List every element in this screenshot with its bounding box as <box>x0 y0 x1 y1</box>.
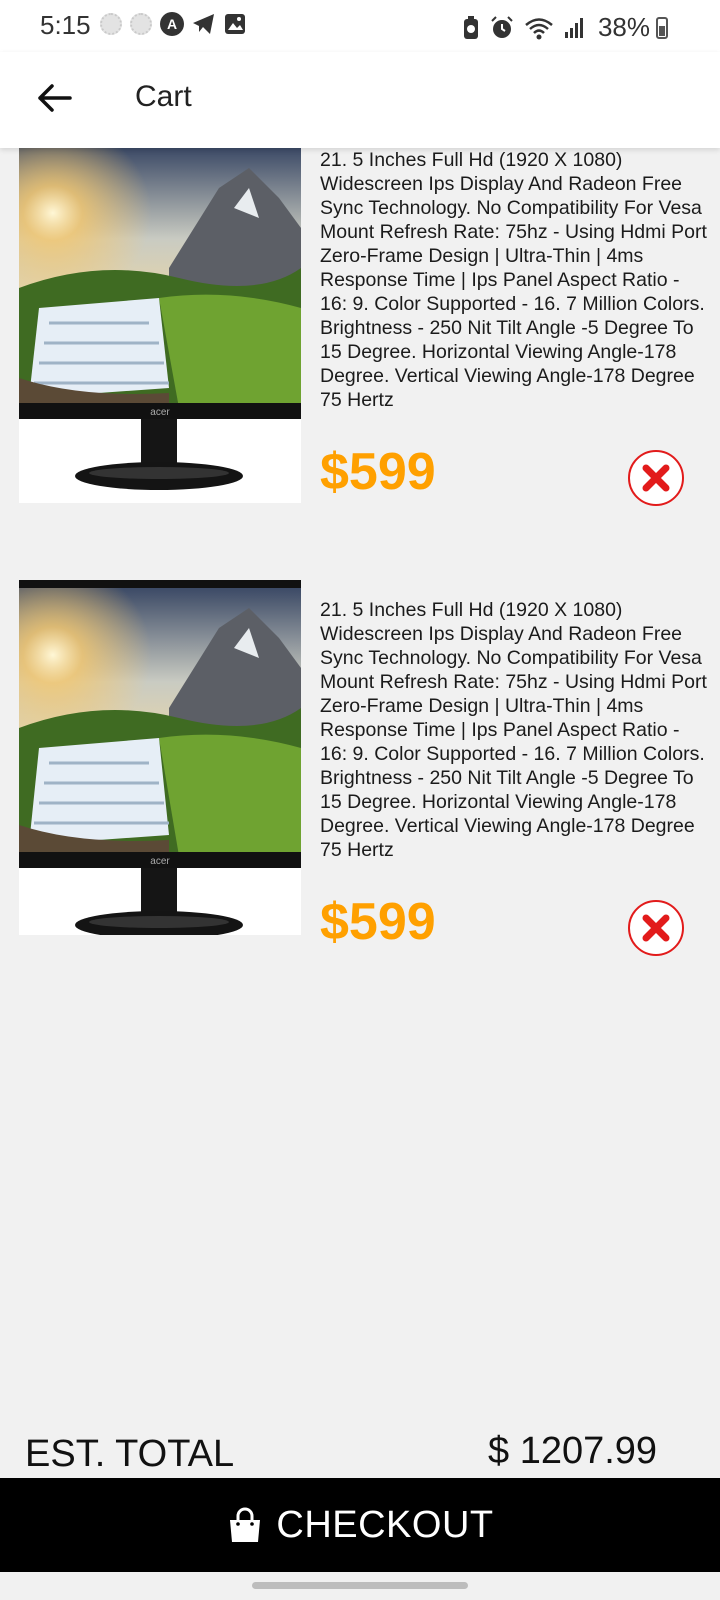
alarm-icon <box>491 15 513 38</box>
status-system-icons: 38% <box>462 12 668 43</box>
shopping-bag-icon <box>230 1507 261 1542</box>
wifi-icon <box>525 17 553 39</box>
page-title: Cart <box>135 80 192 113</box>
cart-item: acer 21. 5 Inches Full Hd (1920 X 1080) … <box>0 148 720 506</box>
close-circle-icon <box>642 464 670 492</box>
monitor-image: acer <box>19 580 301 935</box>
brand-logo: acer <box>150 407 170 418</box>
product-description: 21. 5 Inches Full Hd (1920 X 1080) Wides… <box>320 599 707 861</box>
dot-icon <box>130 13 152 35</box>
product-price: $599 <box>320 443 436 501</box>
status-time: 5:15 <box>40 10 91 40</box>
cart-item: acer 21. 5 Inches Full Hd (1920 X 1080) … <box>0 580 720 956</box>
monitor-image: acer <box>19 148 301 503</box>
close-circle-icon <box>642 914 670 942</box>
product-price: $599 <box>320 893 436 951</box>
product-image[interactable]: acer <box>19 148 301 503</box>
status-notification-icons: A <box>100 12 246 36</box>
arrow-left-icon <box>38 84 72 112</box>
back-button[interactable] <box>30 74 78 122</box>
product-description: 21. 5 Inches Full Hd (1920 X 1080) Wides… <box>320 149 707 411</box>
checkout-label: CHECKOUT <box>276 1503 494 1546</box>
status-bar: 5:15 A 38% <box>0 0 720 52</box>
total-label: EST. TOTAL <box>25 1433 235 1475</box>
app-bar: Cart <box>0 52 720 148</box>
telegram-icon <box>193 14 214 34</box>
remove-item-button[interactable] <box>628 450 684 506</box>
battery-percent: 38% <box>597 12 650 42</box>
product-image[interactable]: acer <box>19 580 301 935</box>
dot-icon <box>100 13 122 35</box>
checkout-button[interactable]: CHECKOUT <box>0 1478 720 1572</box>
image-icon <box>225 14 245 34</box>
home-indicator[interactable] <box>252 1582 468 1589</box>
brand-logo: acer <box>150 856 170 867</box>
total-value: $ 1207.99 <box>488 1430 658 1472</box>
battery-icon <box>656 16 668 39</box>
remove-item-button[interactable] <box>628 900 684 956</box>
signal-icon <box>564 17 583 38</box>
battery-saver-icon <box>463 15 478 39</box>
a-icon: A <box>160 12 184 36</box>
